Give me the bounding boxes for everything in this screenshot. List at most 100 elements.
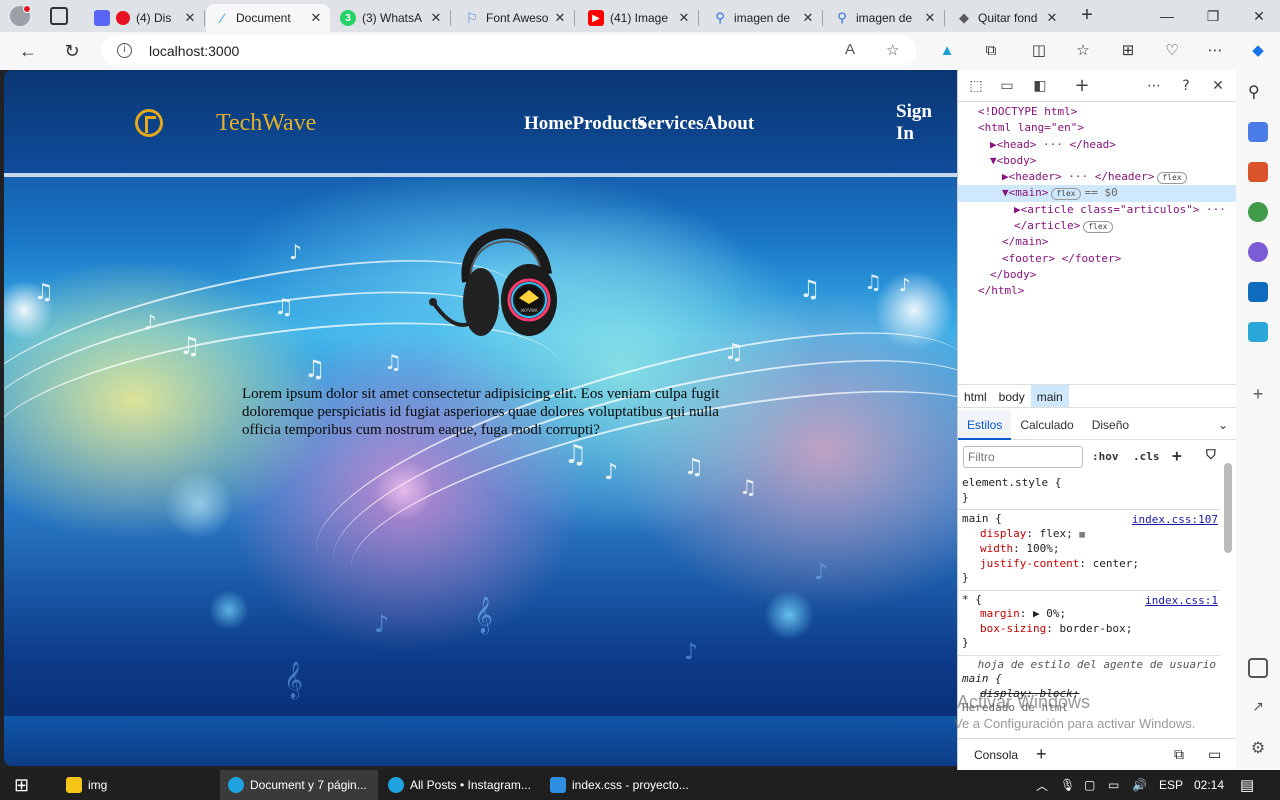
flex-badge[interactable]: flex bbox=[1083, 221, 1113, 234]
back-button[interactable]: ← bbox=[17, 40, 39, 62]
restore-button[interactable]: ❐ bbox=[1190, 0, 1236, 32]
flex-badge[interactable]: flex bbox=[1051, 188, 1081, 201]
panel-toggle-icon[interactable]: ◧ bbox=[1031, 77, 1049, 95]
taskbar-item-edge-instagram[interactable]: All Posts • Instagram... bbox=[380, 770, 538, 800]
tab-consola[interactable]: Consola bbox=[974, 748, 1018, 762]
device-toolbar-icon[interactable]: ▭ bbox=[998, 77, 1016, 95]
flex-badge[interactable]: flex bbox=[1157, 172, 1187, 185]
clock[interactable]: 02:14 bbox=[1194, 770, 1224, 800]
dom-node-line[interactable]: </main> bbox=[958, 234, 1237, 250]
battery-icon[interactable]: ▭ bbox=[1108, 770, 1119, 800]
refresh-button[interactable]: ↻ bbox=[61, 40, 83, 62]
nav-link-services[interactable]: Services bbox=[637, 113, 703, 135]
extension-icon[interactable]: ▲ bbox=[937, 41, 957, 61]
copilot-app-icon[interactable] bbox=[1248, 242, 1268, 262]
source-link[interactable]: index.css:1 bbox=[1145, 594, 1218, 607]
close-tab-icon[interactable]: ✕ bbox=[800, 10, 816, 26]
taskbar-item-edge-document[interactable]: Document y 7 págin... bbox=[220, 770, 378, 800]
dom-node-line[interactable]: ▶<header> ··· </header> flex bbox=[958, 169, 1237, 185]
dom-node-line[interactable]: </article> flex bbox=[958, 218, 1237, 234]
microphone-icon[interactable]: 🎙 bbox=[1060, 770, 1075, 800]
games-icon[interactable] bbox=[1248, 202, 1268, 222]
sign-in-link[interactable]: Sign In bbox=[896, 101, 942, 145]
new-rule-icon[interactable]: + bbox=[1172, 446, 1182, 465]
dom-node-line[interactable]: ▶<article class="articulos"> ··· bbox=[958, 202, 1237, 218]
tab-estilos[interactable]: Estilos bbox=[958, 409, 1012, 440]
minimize-button[interactable]: — bbox=[1144, 0, 1190, 32]
tab-search-1[interactable]: ⚲ imagen de ✕ bbox=[704, 4, 823, 32]
settings-gear-icon[interactable]: ⚙ bbox=[1248, 738, 1268, 758]
dom-node-line[interactable]: ▼<main> flex == $0 bbox=[958, 185, 1237, 202]
close-tab-icon[interactable]: ✕ bbox=[1044, 10, 1060, 26]
tab-search-2[interactable]: ⚲ imagen de ✕ bbox=[826, 4, 945, 32]
tab-whatsapp[interactable]: 3 (3) WhatsA ✕ bbox=[332, 4, 451, 32]
more-menu-icon[interactable]: ⋯ bbox=[1205, 41, 1225, 61]
chevron-down-icon[interactable]: ⌄ bbox=[1209, 410, 1237, 440]
favorites-icon[interactable]: ☆ bbox=[1073, 41, 1093, 61]
sidebar-toggle-icon[interactable] bbox=[1248, 658, 1268, 678]
taskbar-item-vscode[interactable]: index.css - proyecto... bbox=[542, 770, 700, 800]
outlook-icon[interactable] bbox=[1248, 282, 1268, 302]
telegram-icon[interactable] bbox=[1248, 322, 1268, 342]
extensions-puzzle-icon[interactable]: ⧉ bbox=[981, 41, 1001, 61]
techwave-logo-icon[interactable] bbox=[135, 109, 163, 137]
hov-toggle[interactable]: :hov bbox=[1092, 450, 1119, 463]
tab-discord[interactable]: (4) Dis ✕ bbox=[86, 4, 205, 32]
styles-scrollbar[interactable] bbox=[1224, 463, 1232, 553]
read-aloud-icon[interactable]: A bbox=[845, 41, 855, 58]
shopping-tag-icon[interactable] bbox=[1248, 122, 1268, 142]
close-window-button[interactable]: ✕ bbox=[1236, 0, 1280, 32]
source-link[interactable]: index.css:107 bbox=[1132, 513, 1218, 526]
paint-brush-icon[interactable]: ⛉ bbox=[1206, 448, 1216, 463]
start-button[interactable]: ⊞ bbox=[14, 770, 29, 800]
network-icon[interactable]: ▢ bbox=[1084, 770, 1095, 800]
more-options-icon[interactable]: ⋯ bbox=[1145, 77, 1163, 95]
volume-icon[interactable]: 🔊 bbox=[1132, 770, 1147, 800]
styles-filter-input[interactable]: Filtro bbox=[963, 446, 1083, 468]
close-tab-icon[interactable]: ✕ bbox=[428, 10, 444, 26]
copilot-icon[interactable]: ◆ bbox=[1248, 41, 1268, 61]
close-tab-icon[interactable]: ✕ bbox=[676, 10, 692, 26]
add-drawer-tab-icon[interactable]: + bbox=[1036, 744, 1047, 765]
nav-link-home[interactable]: Home bbox=[524, 113, 573, 135]
close-tab-icon[interactable]: ✕ bbox=[552, 10, 568, 26]
notifications-icon[interactable]: ▤ bbox=[1240, 770, 1254, 800]
info-icon[interactable]: i bbox=[117, 43, 132, 58]
flexbox-editor-icon[interactable]: ▦ bbox=[1079, 530, 1084, 540]
dom-node-line[interactable]: <html lang="en"> bbox=[958, 120, 1237, 136]
tab-youtube[interactable]: ▶ (41) Image ✕ bbox=[580, 4, 699, 32]
collections-icon[interactable]: ⊞ bbox=[1118, 41, 1138, 61]
close-tab-icon[interactable]: ✕ bbox=[922, 10, 938, 26]
add-panel-icon[interactable]: + bbox=[1073, 77, 1091, 95]
brand-name[interactable]: TechWave bbox=[216, 110, 316, 137]
dom-node-line[interactable]: </body> bbox=[958, 267, 1237, 283]
nav-link-products[interactable]: Products bbox=[573, 113, 645, 135]
breadcrumb-main[interactable]: main bbox=[1030, 385, 1069, 407]
favorite-star-icon[interactable]: ☆ bbox=[886, 41, 899, 59]
tab-font-awesome[interactable]: ⚐ Font Aweso ✕ bbox=[456, 4, 575, 32]
dom-node-line[interactable]: </html> bbox=[958, 283, 1237, 299]
tab-document[interactable]: ⁄ Document ✕ bbox=[206, 4, 330, 32]
new-tab-button[interactable]: + bbox=[1076, 4, 1098, 26]
dom-node-line[interactable]: <footer> </footer> bbox=[958, 251, 1237, 267]
add-sidebar-app-icon[interactable]: + bbox=[1248, 384, 1268, 404]
chevron-up-icon[interactable]: ︿ bbox=[1036, 770, 1048, 800]
language-indicator[interactable]: ESP bbox=[1159, 770, 1183, 800]
dom-node-line[interactable]: ▶<head> ··· </head> bbox=[958, 137, 1237, 153]
dock-icon[interactable]: ⧉ bbox=[1174, 746, 1184, 763]
close-devtools-icon[interactable]: ✕ bbox=[1209, 77, 1227, 95]
taskbar-item-img[interactable]: img bbox=[60, 770, 218, 800]
dom-node-line[interactable]: ▼<body> bbox=[958, 153, 1237, 169]
close-tab-icon[interactable]: ✕ bbox=[308, 10, 324, 26]
tab-remove-bg[interactable]: ◆ Quitar fond ✕ bbox=[948, 4, 1066, 32]
help-icon[interactable]: ? bbox=[1177, 77, 1195, 95]
search-icon[interactable]: ⚲ bbox=[1248, 82, 1268, 102]
tab-diseno[interactable]: Diseño bbox=[1083, 410, 1138, 440]
performance-icon[interactable]: ♡ bbox=[1162, 41, 1182, 61]
breadcrumb-html[interactable]: html bbox=[958, 385, 993, 407]
devices-icon[interactable]: ▭ bbox=[1208, 746, 1221, 763]
tab-calculado[interactable]: Calculado bbox=[1011, 410, 1082, 440]
inspect-element-icon[interactable]: ⬚ bbox=[967, 77, 985, 95]
nav-link-about[interactable]: About bbox=[704, 113, 755, 135]
profile-avatar[interactable] bbox=[8, 4, 34, 28]
